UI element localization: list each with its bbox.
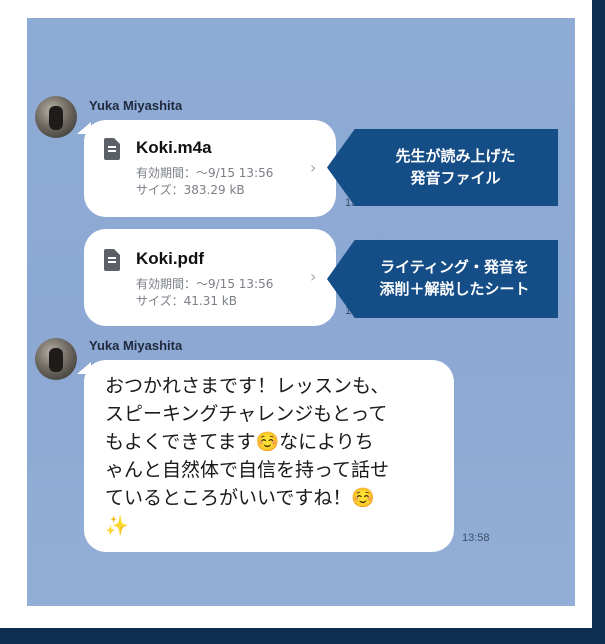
avatar[interactable] bbox=[35, 96, 77, 138]
frame-border-right bbox=[592, 0, 605, 644]
callout-line: 発音ファイル bbox=[410, 169, 501, 187]
bubble-tail bbox=[77, 362, 91, 374]
file-bubble-audio[interactable]: Koki.m4a 有効期間：〜9/15 13:56 サイズ：383.29 kB … bbox=[84, 120, 336, 217]
message-text-line: もよくできてます☺️なによりち bbox=[105, 431, 374, 453]
message-text-line: ているところがいいですね！☺️ bbox=[105, 487, 376, 509]
callout-line: ライティング・発音を bbox=[380, 258, 529, 276]
callout-line: 先生が読み上げた bbox=[395, 147, 516, 165]
sender-name: Yuka Miyashita bbox=[89, 98, 183, 113]
document-icon bbox=[104, 249, 120, 271]
text-bubble[interactable]: おつかれさまです！レッスンも、 スピーキングチャレンジもとって もよくできてます… bbox=[84, 360, 454, 552]
message-text-line: おつかれさまです！レッスンも、 bbox=[105, 375, 390, 397]
annotation-callout: ライティング・発音を 添削＋解説したシート bbox=[327, 240, 558, 318]
callout-line: 添削＋解説したシート bbox=[379, 280, 530, 298]
message-text-line: スピーキングチャレンジもとって bbox=[105, 403, 388, 425]
file-expiry: 有効期間：〜9/15 13:56 bbox=[136, 277, 274, 291]
document-icon bbox=[104, 138, 120, 160]
file-name: Koki.m4a bbox=[136, 138, 212, 157]
message-text-line: ✨ bbox=[105, 515, 129, 537]
message-text-line: ゃんと自然体で自信を持って話せ bbox=[105, 459, 390, 481]
file-bubble-pdf[interactable]: Koki.pdf 有効期間：〜9/15 13:56 サイズ：41.31 kB › bbox=[84, 229, 336, 326]
chevron-right-icon[interactable]: › bbox=[310, 158, 316, 177]
file-size: サイズ：41.31 kB bbox=[136, 294, 237, 308]
frame-border-bottom bbox=[0, 628, 605, 644]
bubble-tail bbox=[77, 122, 91, 134]
sender-name: Yuka Miyashita bbox=[89, 338, 183, 353]
message-time: 13:58 bbox=[462, 532, 490, 544]
annotation-callout: 先生が読み上げた 発音ファイル bbox=[327, 129, 558, 206]
file-size: サイズ：383.29 kB bbox=[136, 183, 245, 197]
file-name: Koki.pdf bbox=[136, 249, 204, 268]
avatar[interactable] bbox=[35, 338, 77, 380]
chevron-right-icon[interactable]: › bbox=[310, 267, 316, 286]
chat-background: Yuka Miyashita Koki.m4a 有効期間：〜9/15 13:56… bbox=[27, 18, 575, 606]
file-expiry: 有効期間：〜9/15 13:56 bbox=[136, 166, 274, 180]
